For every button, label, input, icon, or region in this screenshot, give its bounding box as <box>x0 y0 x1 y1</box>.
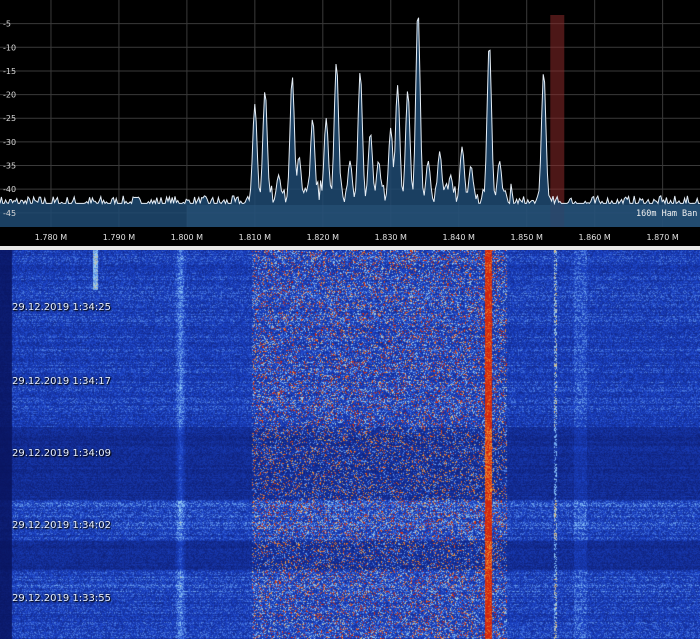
y-tick-label: -25 <box>3 114 16 123</box>
timestamp-label: 29.12.2019 1:33:55 <box>12 593 111 604</box>
band-label: 160m Ham Ban <box>636 209 697 219</box>
x-tick-label: 1.860 M <box>578 233 610 242</box>
sdr-display: -5 -10 -15 -20 -25 -30 -35 -40 -45 1.780 M 1.790 … <box>0 0 700 639</box>
frequency-marker[interactable] <box>550 15 565 227</box>
x-tick-label: 1.830 M <box>375 233 407 242</box>
y-tick-label: -15 <box>3 67 16 76</box>
y-tick-label: -40 <box>3 185 16 194</box>
y-tick-label: -45 <box>3 209 16 218</box>
timestamp-label: 29.12.2019 1:34:17 <box>12 376 111 387</box>
y-tick-label: -10 <box>3 43 16 52</box>
x-tick-label: 1.850 M <box>511 233 543 242</box>
x-tick-label: 1.820 M <box>307 233 339 242</box>
x-tick-label: 1.870 M <box>646 233 678 242</box>
x-tick-label: 1.840 M <box>443 233 475 242</box>
y-axis-labels: -5 -10 -15 -20 -25 -30 -35 -40 -45 <box>3 20 16 218</box>
x-tick-label: 1.780 M <box>35 233 67 242</box>
timestamp-label: 29.12.2019 1:34:09 <box>12 448 111 459</box>
y-tick-label: -35 <box>3 162 16 171</box>
timestamp-label: 29.12.2019 1:34:25 <box>12 302 111 313</box>
y-tick-label: -30 <box>3 138 16 147</box>
x-tick-label: 1.810 M <box>239 233 271 242</box>
y-tick-label: -5 <box>3 20 11 29</box>
timestamp-label: 29.12.2019 1:34:02 <box>12 520 111 531</box>
y-tick-label: -20 <box>3 91 16 100</box>
x-tick-label: 1.790 M <box>103 233 135 242</box>
spectrum-plot[interactable]: -5 -10 -15 -20 -25 -30 -35 -40 -45 1.780 M 1.790 … <box>0 0 700 246</box>
x-tick-label: 1.800 M <box>171 233 203 242</box>
